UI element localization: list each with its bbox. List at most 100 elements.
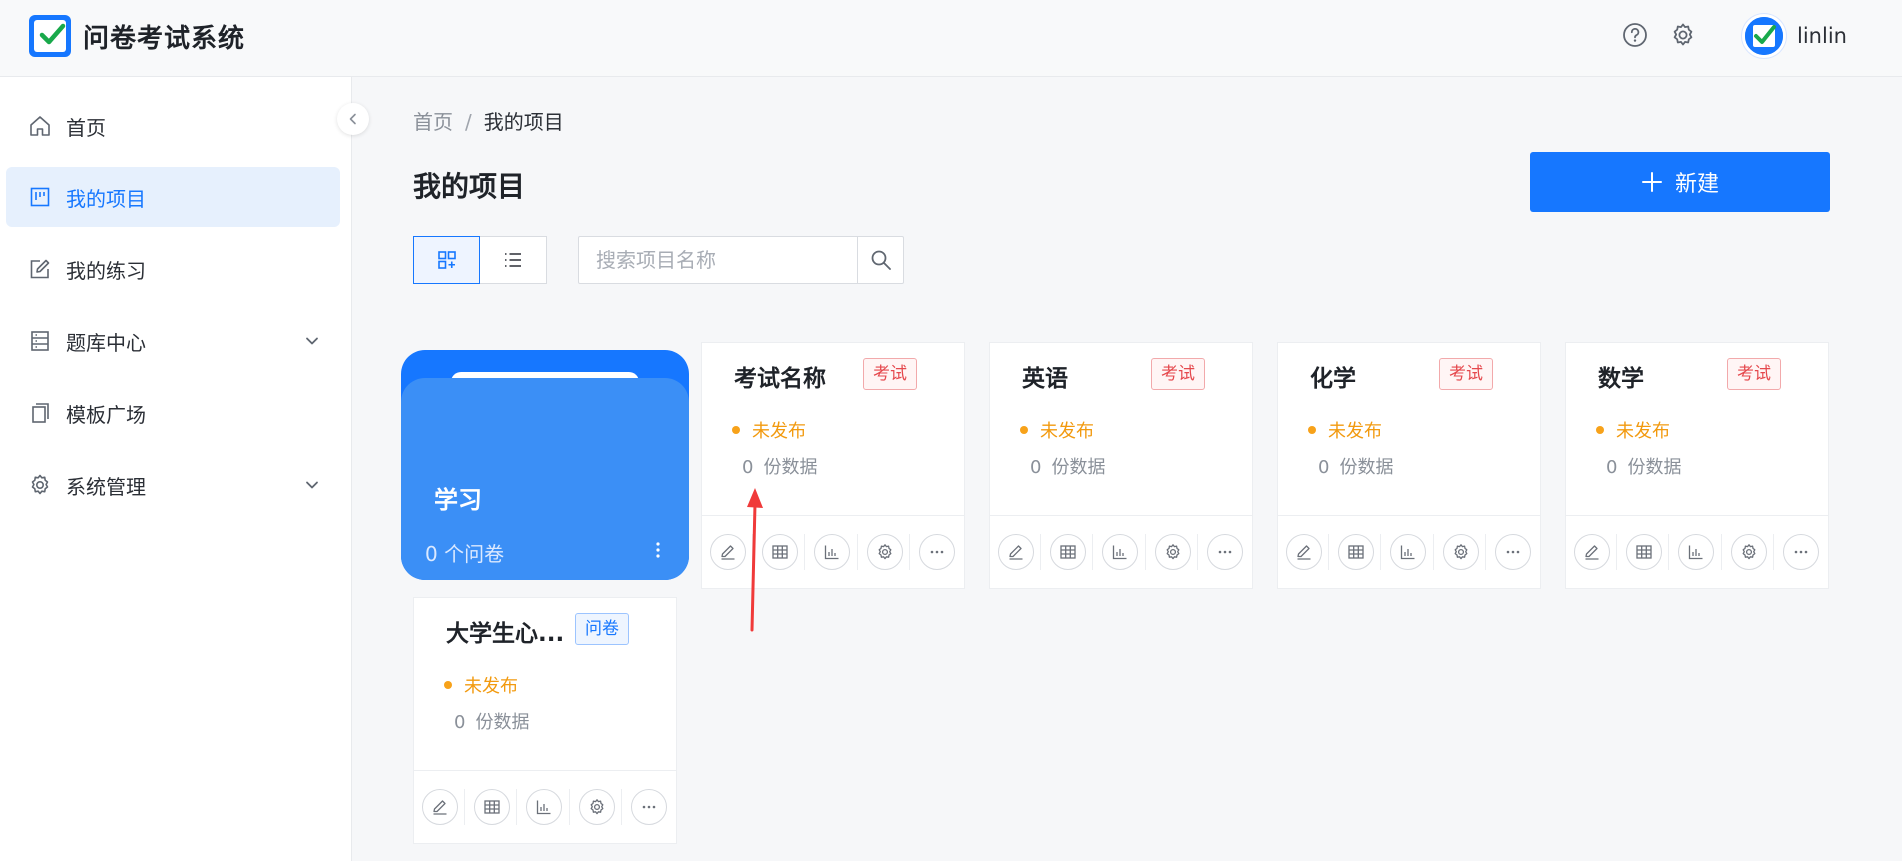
project-type-tag: 考试: [1151, 358, 1205, 390]
help-icon[interactable]: [1622, 22, 1648, 48]
sidebar-item-my-practice[interactable]: 我的练习: [6, 239, 340, 299]
project-title[interactable]: 数学: [1598, 359, 1644, 393]
chart-icon[interactable]: [526, 789, 562, 825]
folder-card[interactable]: 学习 0 个问卷: [401, 350, 689, 580]
project-title[interactable]: 考试名称: [734, 359, 826, 393]
action-divider: [1773, 534, 1774, 570]
sidebar-item-question-bank[interactable]: 题库中心: [6, 311, 340, 371]
project-card[interactable]: 考试名称 考试 未发布 0 份数据: [701, 342, 965, 589]
settings-icon[interactable]: [1155, 534, 1191, 570]
new-project-button[interactable]: 新建: [1530, 152, 1830, 212]
list-view-button[interactable]: [480, 236, 547, 284]
grid-view-button[interactable]: [413, 236, 480, 284]
edit-icon[interactable]: [1574, 534, 1610, 570]
table-icon[interactable]: [1626, 534, 1662, 570]
action-divider: [569, 789, 570, 825]
settings-icon[interactable]: [1731, 534, 1767, 570]
chart-icon[interactable]: [1102, 534, 1138, 570]
settings-icon[interactable]: [579, 789, 615, 825]
settings-icon[interactable]: [867, 534, 903, 570]
action-divider: [909, 534, 910, 570]
edit-icon[interactable]: [998, 534, 1034, 570]
settings-icon[interactable]: [1443, 534, 1479, 570]
table-icon[interactable]: [1338, 534, 1374, 570]
data-count-value: 0: [454, 712, 466, 733]
action-divider: [752, 534, 753, 570]
status-dot: [732, 426, 740, 434]
action-divider: [1616, 534, 1617, 570]
table-icon[interactable]: [1050, 534, 1086, 570]
more-icon[interactable]: [1495, 534, 1531, 570]
data-count-value: 0: [1318, 457, 1330, 478]
app-logo: [29, 15, 71, 57]
action-divider: [1328, 534, 1329, 570]
project-card[interactable]: 大学生心... 问卷 未发布 0 份数据: [413, 597, 677, 844]
more-icon[interactable]: [631, 789, 667, 825]
search-button[interactable]: [857, 237, 903, 283]
chevron-down-icon: [306, 481, 318, 489]
data-count-value: 0: [1606, 457, 1618, 478]
table-icon[interactable]: [474, 789, 510, 825]
project-card[interactable]: 英语 考试 未发布 0 份数据: [989, 342, 1253, 589]
action-divider: [1485, 534, 1486, 570]
project-actions: [1278, 515, 1540, 589]
action-divider: [1380, 534, 1381, 570]
new-button-label: 新建: [1674, 172, 1719, 197]
search-input[interactable]: [579, 237, 857, 283]
project-actions: [990, 515, 1252, 589]
edit-icon[interactable]: [422, 789, 458, 825]
status-dot: [444, 681, 452, 689]
chart-icon[interactable]: [814, 534, 850, 570]
folder-count: 0 个问卷: [425, 542, 505, 566]
action-divider: [857, 534, 858, 570]
project-title[interactable]: 大学生心...: [446, 614, 564, 648]
sidebar-item-template-square[interactable]: 模板广场: [6, 383, 340, 443]
project-type-tag: 考试: [863, 358, 917, 390]
user-avatar[interactable]: [1742, 14, 1786, 58]
chevron-down-icon: [306, 337, 318, 345]
project-data-count: 0 份数据: [1606, 453, 1681, 479]
project-title[interactable]: 化学: [1310, 359, 1356, 393]
action-divider: [1040, 534, 1041, 570]
sidebar-item-my-projects[interactable]: 我的项目: [6, 167, 340, 227]
folder-name: 学习: [434, 486, 482, 514]
breadcrumb-current: 我的项目: [483, 110, 564, 134]
sidebar-item-label: 首页: [66, 116, 106, 140]
project-data-count: 0 份数据: [742, 453, 817, 479]
edit-icon[interactable]: [1286, 534, 1322, 570]
project-status: 未发布: [444, 672, 518, 698]
project-card[interactable]: 数学 考试 未发布 0 份数据: [1565, 342, 1829, 589]
breadcrumb-home[interactable]: 首页: [413, 110, 453, 134]
project-actions: [702, 515, 964, 589]
folder-more-icon[interactable]: [647, 538, 669, 562]
sidebar-item-home[interactable]: 首页: [6, 96, 340, 156]
sidebar: 首页 我的项目 我的练习 题库中心 模板广场 系统管理: [0, 77, 352, 861]
project-card[interactable]: 化学 考试 未发布 0 份数据: [1277, 342, 1541, 589]
sidebar-item-label: 模板广场: [66, 403, 146, 427]
chart-icon[interactable]: [1678, 534, 1714, 570]
username[interactable]: linlin: [1797, 24, 1847, 48]
project-data-count: 0 份数据: [1318, 453, 1393, 479]
project-status: 未发布: [1020, 417, 1094, 443]
sidebar-item-label: 系统管理: [66, 475, 146, 499]
chevron-left-icon: [349, 113, 356, 125]
action-divider: [1668, 534, 1669, 570]
data-count-unit: 份数据: [1627, 457, 1682, 478]
action-divider: [1721, 534, 1722, 570]
more-icon[interactable]: [919, 534, 955, 570]
more-icon[interactable]: [1783, 534, 1819, 570]
edit-icon[interactable]: [710, 534, 746, 570]
sidebar-collapse-button[interactable]: [337, 103, 369, 135]
project-title[interactable]: 英语: [1022, 359, 1068, 393]
more-icon[interactable]: [1207, 534, 1243, 570]
chart-icon[interactable]: [1390, 534, 1426, 570]
settings-gear-icon[interactable]: [1670, 22, 1696, 48]
status-label: 未发布: [1616, 421, 1670, 442]
status-dot: [1596, 426, 1604, 434]
data-count-value: 0: [742, 457, 754, 478]
status-dot: [1020, 426, 1028, 434]
project-data-count: 0 份数据: [454, 708, 529, 734]
table-icon[interactable]: [762, 534, 798, 570]
sidebar-item-system-admin[interactable]: 系统管理: [6, 455, 340, 515]
status-label: 未发布: [464, 676, 518, 697]
